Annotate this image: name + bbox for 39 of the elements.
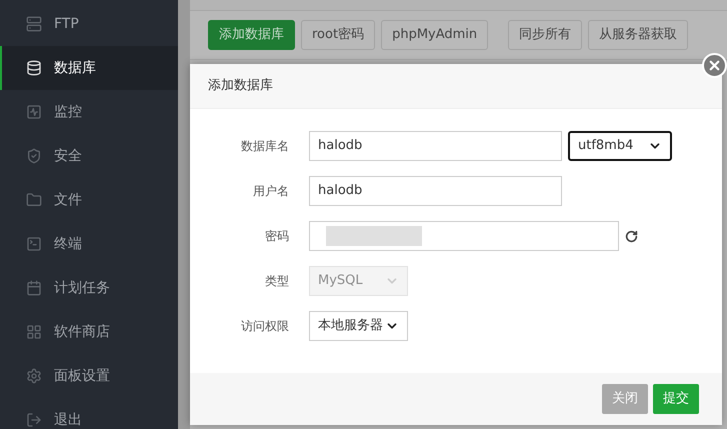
sidebar-item[interactable]: 软件商店 <box>0 310 178 354</box>
sidebar-item[interactable]: 文件 <box>0 178 178 222</box>
sidebar-item[interactable]: 数据库 <box>0 46 178 90</box>
input-field[interactable]: halodb <box>309 131 562 161</box>
monitor-icon <box>26 104 42 120</box>
toolbar-button[interactable]: 添加数据库 <box>208 20 295 50</box>
select-field[interactable]: utf8mb4 <box>568 131 672 161</box>
refresh-icon[interactable] <box>625 230 638 242</box>
logout-icon <box>26 412 42 428</box>
sidebar-item[interactable]: 计划任务 <box>0 266 178 310</box>
sidebar-item[interactable]: 退出 <box>0 398 178 429</box>
sidebar-item[interactable]: 安全 <box>0 134 178 178</box>
server-icon <box>26 16 42 32</box>
toolbar-button[interactable]: root密码 <box>301 20 376 50</box>
shield-icon <box>26 148 42 164</box>
toolbar-button[interactable]: 同步所有 <box>508 20 582 50</box>
password-field[interactable] <box>309 221 619 251</box>
calendar-icon <box>26 280 42 296</box>
settings-icon <box>26 368 42 384</box>
toolbar-button[interactable]: phpMyAdmin <box>381 20 488 50</box>
dialog-title: 添加数据库 <box>208 77 273 96</box>
sidebar-item[interactable]: 监控 <box>0 90 178 134</box>
toolbar-button[interactable]: 从服务器获取 <box>588 20 688 50</box>
field-label: 类型 <box>264 273 289 290</box>
sidebar-item[interactable]: FTP <box>0 2 178 46</box>
grid-icon <box>26 324 42 340</box>
terminal-icon <box>26 236 42 252</box>
field-label: 数据库名 <box>240 138 289 155</box>
field-label: 密码 <box>264 228 289 245</box>
input-field[interactable]: halodb <box>309 176 562 206</box>
sidebar-item[interactable]: 面板设置 <box>0 354 178 398</box>
field-label: 用户名 <box>252 183 289 200</box>
dialog-button[interactable]: 提交 <box>653 384 699 414</box>
sidebar-item[interactable]: 终端 <box>0 222 178 266</box>
folder-icon <box>26 192 42 208</box>
close-icon <box>707 58 722 73</box>
field-label: 访问权限 <box>240 318 289 335</box>
database-icon <box>26 60 42 76</box>
select-field[interactable]: 本地服务器 <box>309 311 408 341</box>
